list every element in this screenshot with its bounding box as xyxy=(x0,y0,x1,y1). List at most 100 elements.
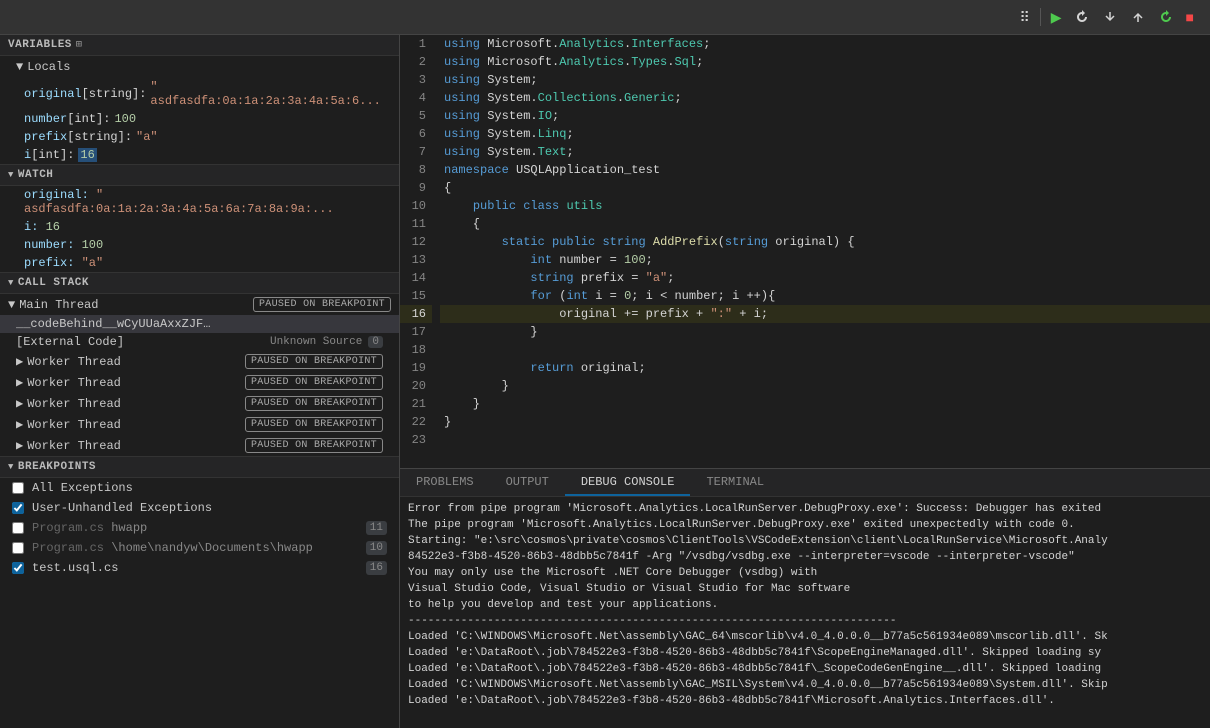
console-line-8: ----------------------------------------… xyxy=(408,613,1202,629)
main-thread-header[interactable]: ▼ Main Thread PAUSED ON BREAKPOINT xyxy=(0,294,399,315)
watch-arrow: ▼ xyxy=(8,170,14,180)
ln-20: 20 xyxy=(400,377,432,395)
restart-button[interactable] xyxy=(1152,5,1180,29)
watch-section: ▼ WATCH original: " asdfasdfa:0a:1a:2a:3… xyxy=(0,165,399,273)
breakpoints-arrow: ▼ xyxy=(8,462,14,472)
worker-arrow-3: ▶ xyxy=(16,417,23,432)
ln-16: 16 xyxy=(400,305,432,323)
var-type-number: [int]: xyxy=(67,112,110,126)
ln-6: 6 xyxy=(400,125,432,143)
sep1 xyxy=(1040,8,1041,26)
console-content: Error from pipe program 'Microsoft.Analy… xyxy=(400,497,1210,728)
bp-checkbox-prog1[interactable] xyxy=(12,522,24,534)
code-line-6: using System.Linq; xyxy=(440,125,1210,143)
tab-output[interactable]: OUTPUT xyxy=(490,469,565,496)
call-stack-section: ▼ CALL STACK ▼ Main Thread PAUSED ON BRE… xyxy=(0,273,399,457)
code-line-5: using System.IO; xyxy=(440,107,1210,125)
worker-arrow-2: ▶ xyxy=(16,396,23,411)
worker-status-4: PAUSED ON BREAKPOINT xyxy=(245,438,383,453)
bp-checkbox-prog2[interactable] xyxy=(12,542,24,554)
console-line-1: The pipe program 'Microsoft.Analytics.Lo… xyxy=(408,517,1202,533)
code-line-22: } xyxy=(440,413,1210,431)
ln-14: 14 xyxy=(400,269,432,287)
watch-title: WATCH xyxy=(18,169,54,181)
var-type-i: [int]: xyxy=(31,148,74,162)
ln-1: 1 xyxy=(400,35,432,53)
code-line-4: using System.Collections.Generic; xyxy=(440,89,1210,107)
code-line-18 xyxy=(440,341,1210,359)
watch-val-i: 16 xyxy=(46,220,60,234)
worker-status-2: PAUSED ON BREAKPOINT xyxy=(245,396,383,411)
code-line-2: using Microsoft.Analytics.Types.Sql; xyxy=(440,53,1210,71)
ln-23: 23 xyxy=(400,431,432,449)
code-editor: 1 2 3 4 5 6 7 8 9 10 11 12 13 14 15 16 1 xyxy=(400,35,1210,468)
var-i: i [int]: 16 xyxy=(0,146,399,164)
main-layout: VARIABLES ⊞ ▼ Locals original [string]: … xyxy=(0,35,1210,728)
console-line-9: Loaded 'C:\WINDOWS\Microsoft.Net\assembl… xyxy=(408,629,1202,645)
bp-test-usql[interactable]: test.usql.cs 16 xyxy=(0,558,399,578)
ln-8: 8 xyxy=(400,161,432,179)
bp-program-cs-1[interactable]: Program.cs hwapp 11 xyxy=(0,518,399,538)
call-stack-items: ▼ Main Thread PAUSED ON BREAKPOINT __cod… xyxy=(0,294,399,456)
var-type-original: [string]: xyxy=(82,87,147,101)
dots-button[interactable]: ⠿ xyxy=(1013,5,1035,30)
bp-label-prog1: Program.cs hwapp xyxy=(32,521,147,535)
line-numbers: 1 2 3 4 5 6 7 8 9 10 11 12 13 14 15 16 1 xyxy=(400,35,440,468)
worker-status-3: PAUSED ON BREAKPOINT xyxy=(245,417,383,432)
bp-checkbox-all[interactable] xyxy=(12,482,24,494)
worker-thread-4[interactable]: ▶ Worker Thread PAUSED ON BREAKPOINT xyxy=(0,435,399,456)
continue-button[interactable]: ▶ xyxy=(1045,5,1068,30)
worker-thread-0[interactable]: ▶ Worker Thread PAUSED ON BREAKPOINT xyxy=(0,351,399,372)
worker-thread-3[interactable]: ▶ Worker Thread PAUSED ON BREAKPOINT xyxy=(0,414,399,435)
code-line-1: using Microsoft.Analytics.Interfaces; xyxy=(440,35,1210,53)
stack-frame-1[interactable]: [External Code] Unknown Source 0 xyxy=(0,333,399,351)
bp-label-all: All Exceptions xyxy=(32,481,133,495)
ln-21: 21 xyxy=(400,395,432,413)
tab-problems[interactable]: PROBLEMS xyxy=(400,469,490,496)
step-out-button[interactable] xyxy=(1124,5,1152,29)
code-line-3: using System; xyxy=(440,71,1210,89)
call-stack-title: CALL STACK xyxy=(18,277,89,289)
watch-name-i: i: xyxy=(24,220,46,234)
ln-2: 2 xyxy=(400,53,432,71)
bp-program-cs-2[interactable]: Program.cs \home\nandyw\Documents\hwapp … xyxy=(0,538,399,558)
worker-status-0: PAUSED ON BREAKPOINT xyxy=(245,354,383,369)
worker-thread-2[interactable]: ▶ Worker Thread PAUSED ON BREAKPOINT xyxy=(0,393,399,414)
var-name-prefix: prefix xyxy=(24,130,67,144)
bp-checkbox-test[interactable] xyxy=(12,562,24,574)
code-line-10: public class utils xyxy=(440,197,1210,215)
bp-count-test: 16 xyxy=(366,561,387,575)
worker-status-1: PAUSED ON BREAKPOINT xyxy=(245,375,383,390)
code-lines: 1 2 3 4 5 6 7 8 9 10 11 12 13 14 15 16 1 xyxy=(400,35,1210,468)
bp-all-exceptions[interactable]: All Exceptions xyxy=(0,478,399,498)
ln-12: 12 xyxy=(400,233,432,251)
call-stack-header[interactable]: ▼ CALL STACK xyxy=(0,273,399,294)
call-stack-arrow: ▼ xyxy=(8,278,14,288)
var-prefix: prefix [string]: "a" xyxy=(0,128,399,146)
right-panel: 1 2 3 4 5 6 7 8 9 10 11 12 13 14 15 16 1 xyxy=(400,35,1210,728)
step-into-button[interactable] xyxy=(1096,5,1124,29)
tab-debug-console[interactable]: DEBUG CONSOLE xyxy=(565,469,691,496)
bottom-panel: PROBLEMS OUTPUT DEBUG CONSOLE TERMINAL E… xyxy=(400,468,1210,728)
locals-label: Locals xyxy=(27,60,70,74)
code-line-16: ⮕ original += prefix + ":" + i; xyxy=(440,305,1210,323)
code-line-13: int number = 100; xyxy=(440,251,1210,269)
variables-icon: ⊞ xyxy=(76,39,83,51)
ln-5: 5 xyxy=(400,107,432,125)
watch-val-prefix: "a" xyxy=(82,256,104,270)
watch-header[interactable]: ▼ WATCH xyxy=(0,165,399,186)
main-thread-label: Main Thread xyxy=(19,298,98,312)
variables-header[interactable]: VARIABLES ⊞ xyxy=(0,35,399,56)
tab-terminal[interactable]: TERMINAL xyxy=(690,469,780,496)
bp-checkbox-user[interactable] xyxy=(12,502,24,514)
stop-button[interactable]: ■ xyxy=(1180,5,1200,29)
locals-header[interactable]: ▼ Locals xyxy=(0,56,399,78)
worker-thread-1[interactable]: ▶ Worker Thread PAUSED ON BREAKPOINT xyxy=(0,372,399,393)
bp-count-prog2: 10 xyxy=(366,541,387,555)
worker-label-4: Worker Thread xyxy=(27,439,121,453)
step-over-button[interactable] xyxy=(1068,5,1096,29)
bp-user-unhandled[interactable]: User-Unhandled Exceptions xyxy=(0,498,399,518)
breakpoints-header[interactable]: ▼ BREAKPOINTS xyxy=(0,457,399,478)
bp-label-user: User-Unhandled Exceptions xyxy=(32,501,212,515)
stack-frame-0[interactable]: __codeBehind__wCyUUaAxxZJF.dll!USQLAppli… xyxy=(0,315,399,333)
